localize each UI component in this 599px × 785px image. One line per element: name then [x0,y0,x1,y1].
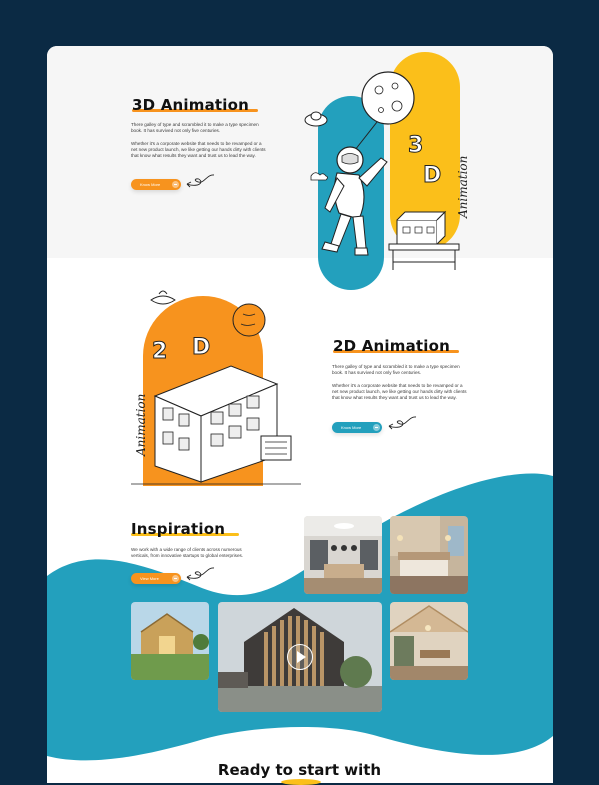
arrow-icon [172,181,179,188]
art-label-d: D [423,163,441,188]
astronaut-3d-illustration: 3 D Animation [304,52,470,290]
art-vertical-label: Animation [456,156,470,219]
footer-accent-shape [281,779,321,785]
footer-heading: Ready to start with [217,761,382,779]
section-title-3d: 3D Animation [132,96,249,114]
intro-paragraph-2d: There galley of type and scrambled it to… [332,364,460,376]
art-vertical-label: Animation [134,394,148,457]
button-label: Know More [140,182,161,187]
arrow-icon [373,424,380,431]
art-label-3: 3 [408,133,423,158]
intro-paragraph-3d: There galley of type and scrambled it to… [131,122,259,134]
gallery-photo-kitchen[interactable] [304,516,382,594]
squiggle-arrow-icon [186,567,215,581]
gallery-photo-bedroom[interactable] [390,516,468,594]
building-2d-illustration: 2 D Animation [131,290,301,486]
gallery-photo-wood-house[interactable] [131,602,209,680]
button-label: View More [140,576,159,581]
gallery-photo-dining[interactable] [390,602,468,680]
view-more-button[interactable]: View More [131,573,181,584]
know-more-button-3d[interactable]: Know More [131,179,181,190]
squiggle-arrow-icon [186,174,215,188]
squiggle-arrow-icon [388,416,417,430]
art-label-2: 2 [152,339,167,364]
art-label-d: D [192,335,210,360]
play-icon [297,651,306,663]
know-more-button-2d[interactable]: Know More [332,422,382,433]
arrow-icon [172,575,179,582]
inspiration-paragraph: We work with a wide range of clients acr… [131,547,244,559]
button-label: Know More [341,425,362,430]
section-title-inspiration: Inspiration [131,520,226,538]
body-paragraph-2d: Whether it's a corporate website that ne… [332,383,467,401]
section-title-2d: 2D Animation [333,337,450,355]
page-card: 3D Animation There galley of type and sc… [47,46,553,783]
featured-video-thumbnail[interactable] [218,602,382,712]
body-paragraph-3d: Whether it's a corporate website that ne… [131,141,266,159]
play-button[interactable] [287,644,313,670]
